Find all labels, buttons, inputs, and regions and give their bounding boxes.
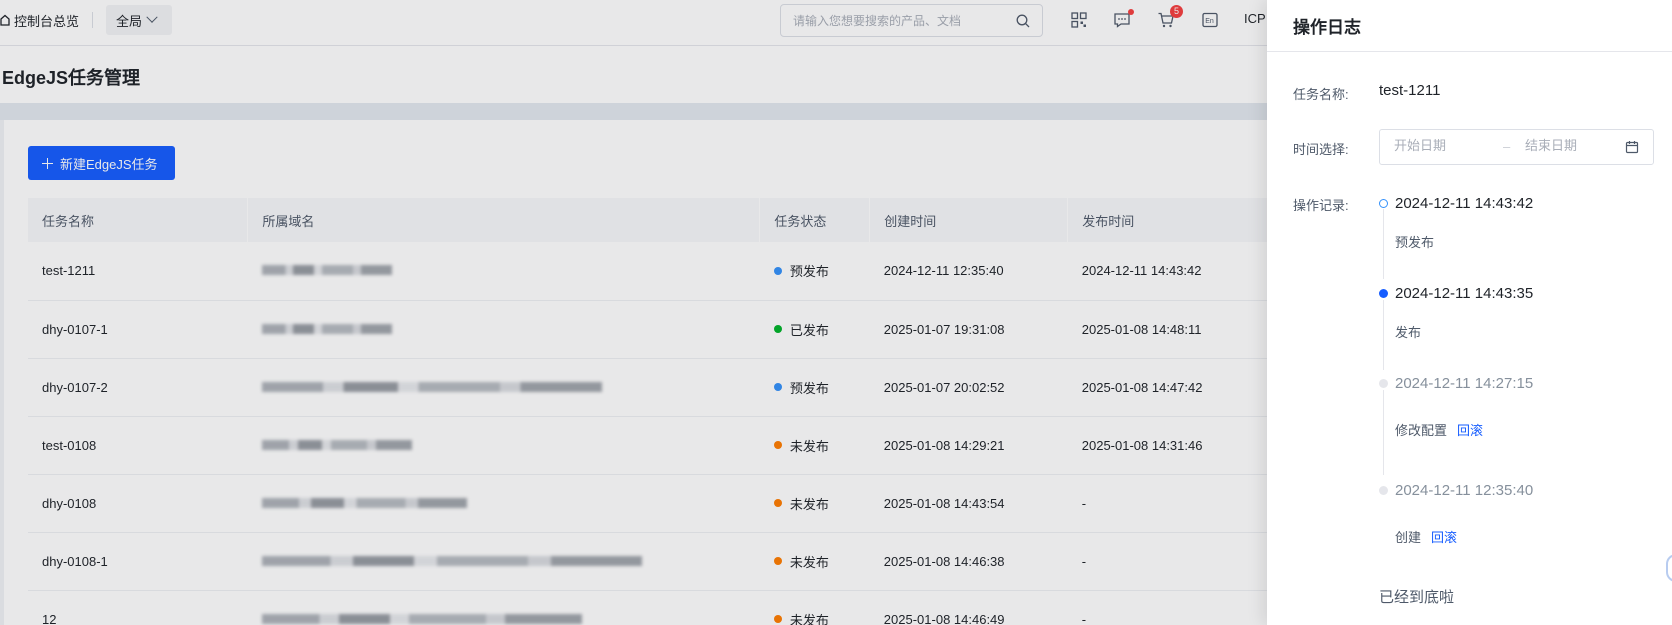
floating-assistant-handle[interactable] — [1666, 554, 1672, 582]
timeline-dot-icon — [1379, 486, 1388, 495]
date-range-picker[interactable]: – — [1379, 129, 1654, 165]
timeline-dot-icon — [1379, 199, 1388, 208]
task-name-value: test-1211 — [1379, 82, 1441, 99]
time-range-label: 时间选择: — [1293, 142, 1349, 157]
rollback-link[interactable]: 回滚 — [1457, 423, 1483, 438]
record-action: 预发布 — [1395, 235, 1435, 250]
record-time: 2024-12-11 14:43:42 — [1395, 195, 1534, 212]
calendar-icon[interactable] — [1625, 140, 1639, 154]
timeline-dot-icon — [1379, 379, 1388, 388]
timeline-dot-icon — [1379, 289, 1388, 298]
timeline-line — [1383, 209, 1384, 279]
end-of-list-text: 已经到底啦 — [1379, 589, 1455, 606]
record-action-text: 修改配置 — [1395, 423, 1448, 438]
records-label: 操作记录: — [1293, 198, 1349, 213]
timeline-line — [1383, 390, 1384, 475]
task-name-label: 任务名称: — [1293, 87, 1349, 102]
record-action: 发布 — [1395, 325, 1422, 340]
end-date-input[interactable] — [1525, 138, 1625, 153]
drawer-backdrop[interactable] — [0, 0, 1267, 625]
record-time: 2024-12-11 12:35:40 — [1395, 482, 1534, 499]
rollback-link[interactable]: 回滚 — [1431, 530, 1457, 545]
record-time: 2024-12-11 14:27:15 — [1395, 375, 1534, 392]
timeline-line — [1383, 300, 1384, 370]
record-action: 修改配置 回滚 — [1395, 420, 1483, 439]
drawer-title: 操作日志 — [1267, 0, 1672, 52]
operation-log-drawer: 操作日志 任务名称: test-1211 时间选择: – 操作记录: 2024-… — [1267, 0, 1672, 625]
start-date-input[interactable] — [1394, 138, 1494, 153]
range-separator: – — [1503, 139, 1511, 154]
record-action: 创建 回滚 — [1395, 527, 1457, 546]
record-action-text: 创建 — [1395, 530, 1422, 545]
record-time: 2024-12-11 14:43:35 — [1395, 285, 1534, 302]
